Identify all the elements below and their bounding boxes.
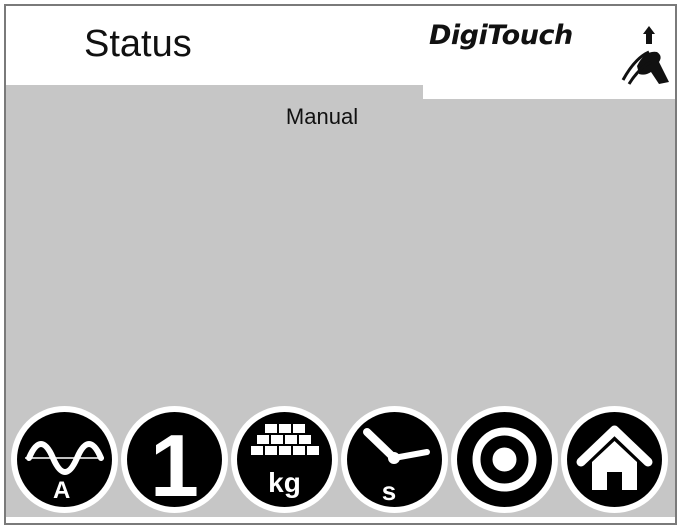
time-button[interactable]: s (341, 406, 448, 513)
digitouch-logo: DigiTouch (423, 6, 675, 99)
home-button[interactable] (561, 406, 668, 513)
sine-wave-icon: A (25, 441, 104, 504)
analog-output-button[interactable]: A (11, 406, 118, 513)
page-title: Status (84, 23, 192, 65)
home-icon (576, 425, 653, 490)
clock-icon: s (363, 428, 430, 506)
bottom-toolbar: A 1 kg s (6, 406, 675, 516)
device-screen: Status DigiTouch Manual A 1 kg s (4, 4, 677, 525)
logo-text: DigiTouch (429, 20, 573, 51)
bottom-strip (6, 517, 675, 523)
weight-button-label: kg (268, 467, 301, 498)
one-button[interactable]: 1 (121, 406, 228, 513)
target-icon (472, 427, 537, 492)
weight-button[interactable]: kg (231, 406, 338, 513)
record-button[interactable] (451, 406, 558, 513)
time-button-label: s (382, 476, 396, 506)
one-button-label: 1 (150, 416, 199, 507)
touch-hand-icon (621, 26, 669, 85)
mode-status-label: Manual (285, 104, 359, 129)
analog-button-label: A (53, 477, 70, 504)
number-one-icon: 1 (150, 416, 199, 507)
bricks-icon: kg (251, 424, 319, 498)
